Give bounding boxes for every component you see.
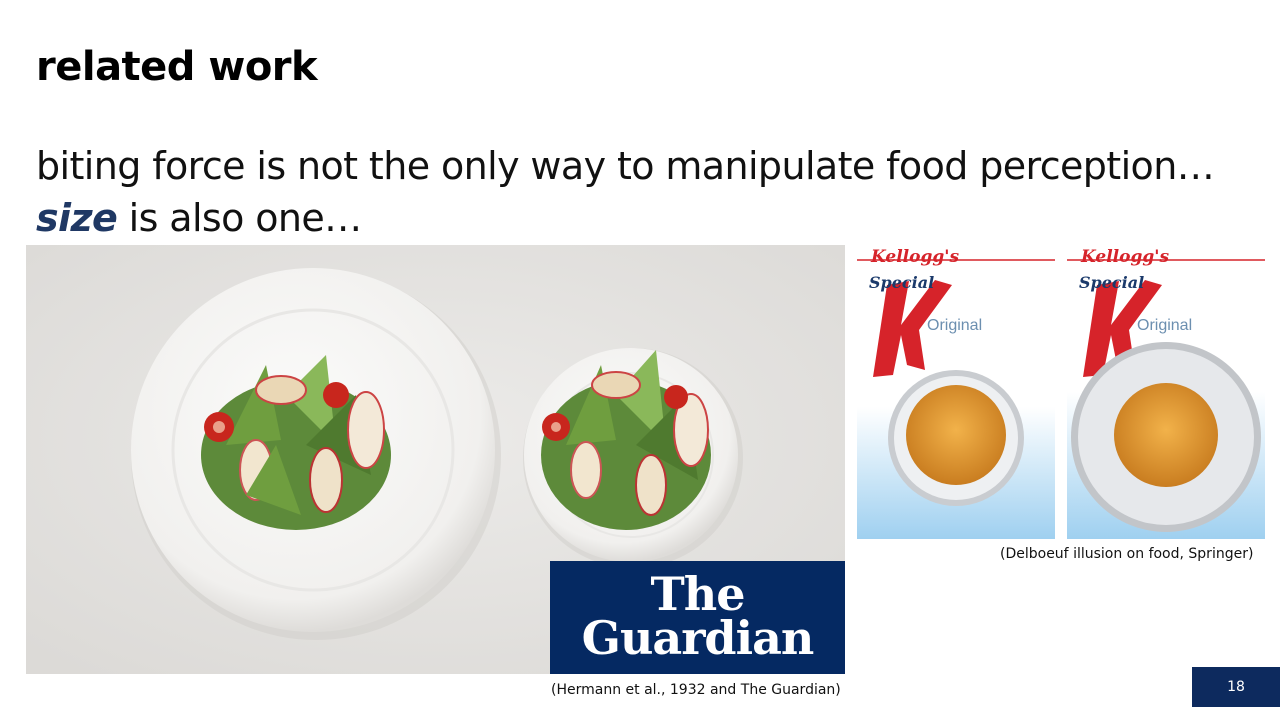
guardian-logo: The Guardian [550,561,845,674]
variant-label: Original [1137,317,1193,334]
slide-title: related work [36,44,318,90]
emphasis-size: size [36,196,118,240]
page-number: 18 [1192,667,1280,707]
product-label: Special [1079,273,1145,292]
caption-hermann: (Hermann et al., 1932 and The Guardian) [551,682,841,698]
cereal-box-small-bowl: Kellogg's Special Original [857,245,1055,539]
body-line-1: biting force is not the only way to mani… [36,144,1215,188]
guardian-logo-line-2: Guardian [581,611,815,665]
body-line-2: size is also one… [36,192,1266,244]
caption-delboeuf: (Delboeuf illusion on food, Springer) [1000,546,1254,562]
variant-label: Original [927,317,983,334]
cereal-box-large-bowl: Kellogg's Special Original [1067,245,1265,539]
brand-label: Kellogg's [871,247,960,267]
body-line-2-rest: is also one… [117,196,363,240]
brand-label: Kellogg's [1081,247,1170,267]
product-label: Special [869,273,935,292]
slide-body: biting force is not the only way to mani… [36,140,1266,244]
